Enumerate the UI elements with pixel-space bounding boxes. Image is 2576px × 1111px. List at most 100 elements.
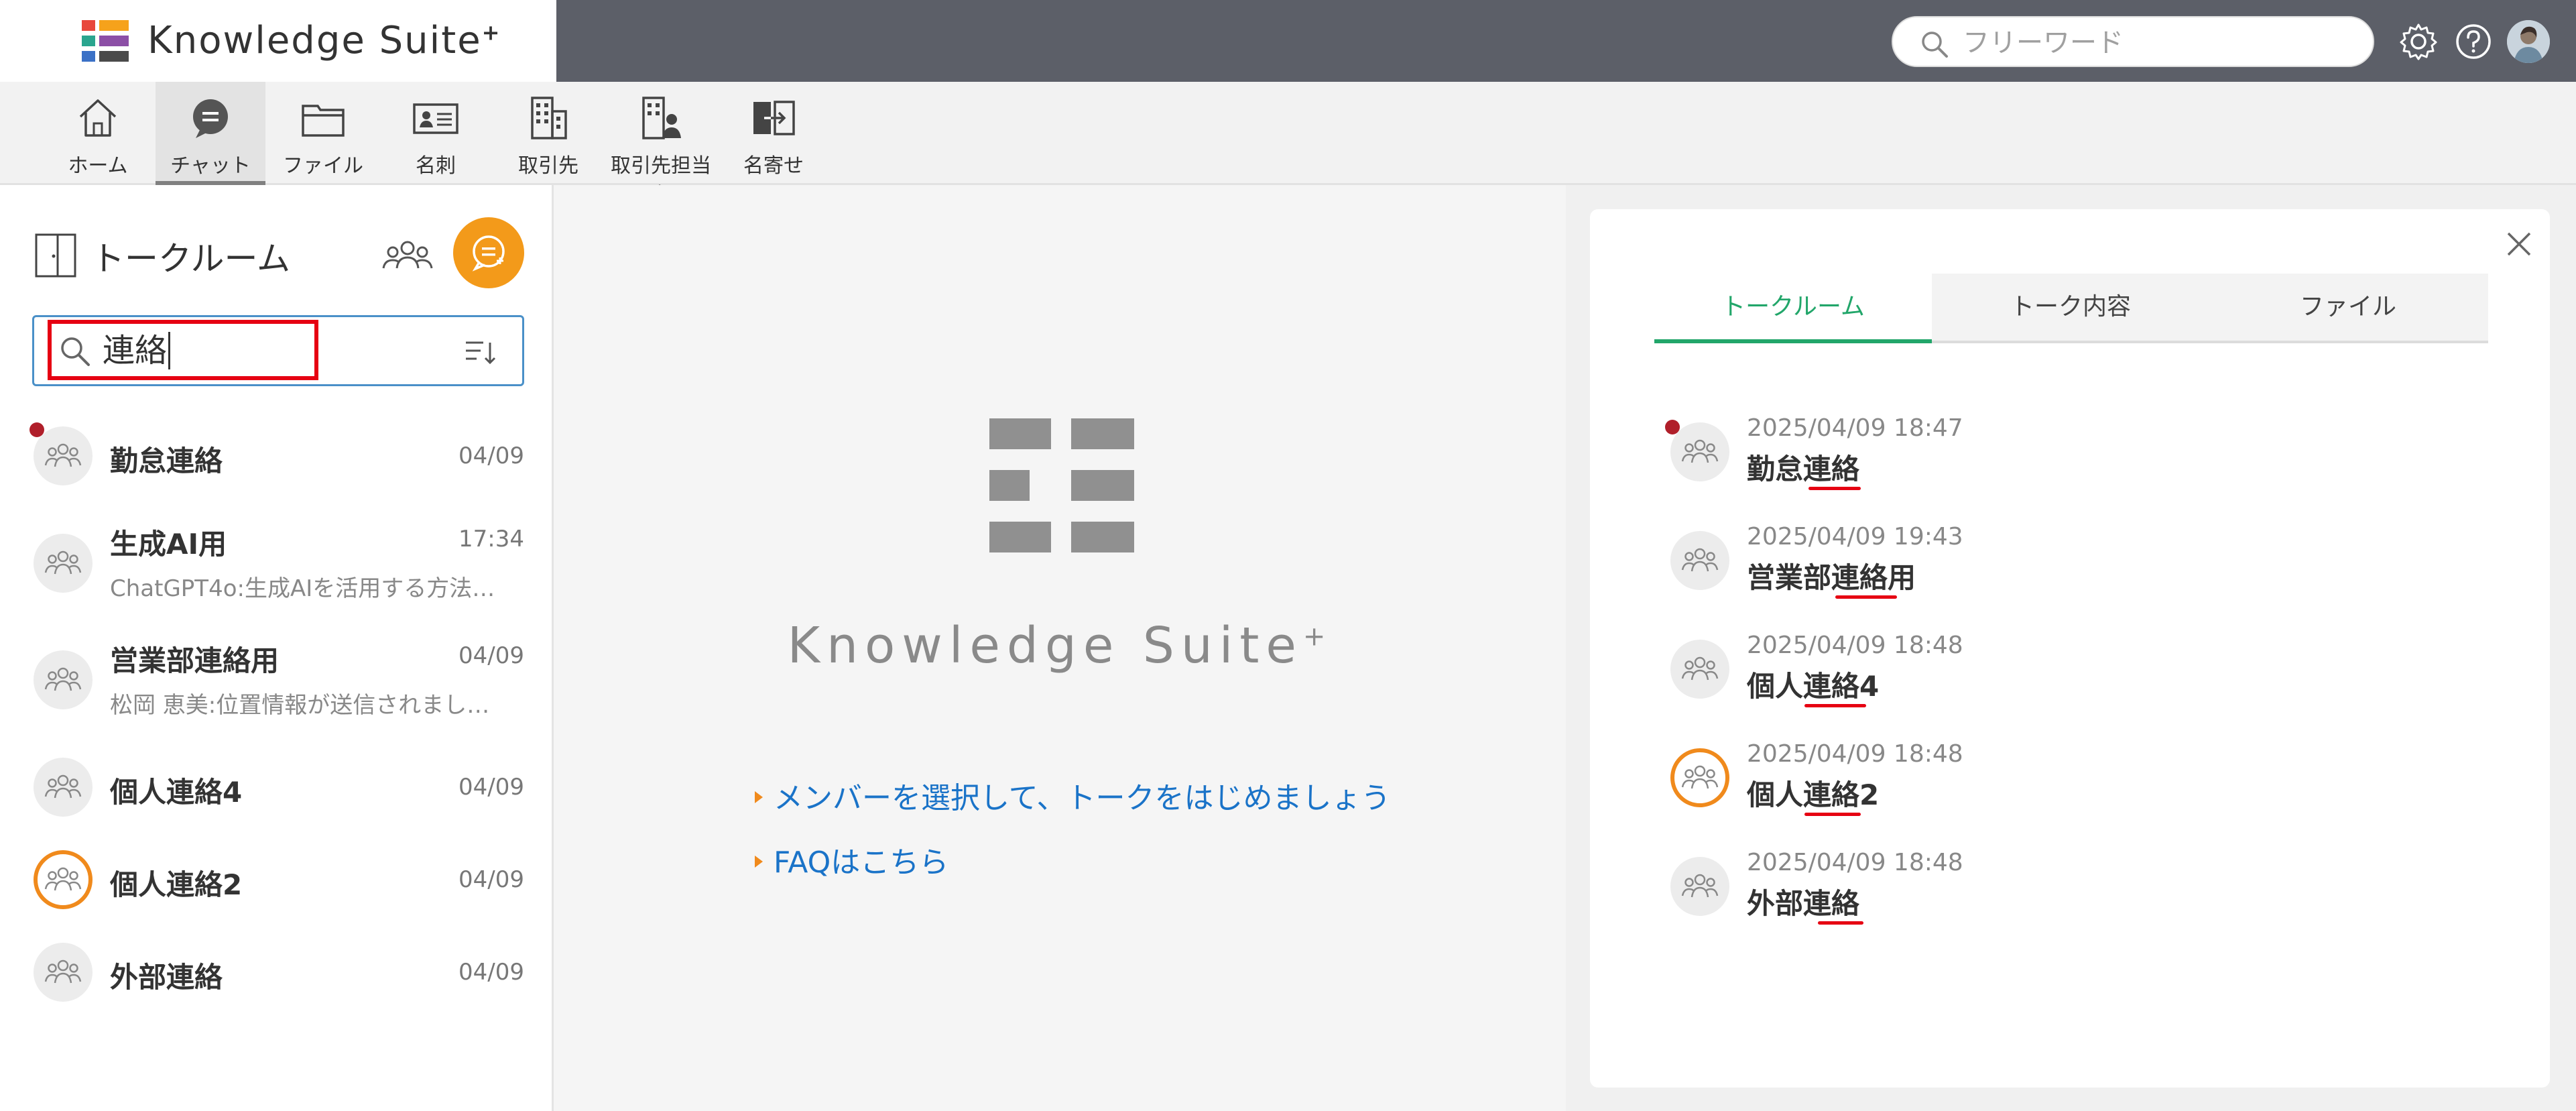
search-icon xyxy=(61,337,90,366)
room-list-item[interactable]: 個人連絡2 04/09 xyxy=(0,842,554,916)
group-icon xyxy=(1681,439,1719,463)
room-avatar xyxy=(34,534,93,593)
tab-talk-content[interactable]: トーク内容 xyxy=(1932,274,2209,343)
result-item[interactable]: 2025/04/09 18:48 個人連絡2 xyxy=(1590,729,2550,823)
search-icon xyxy=(1922,32,1948,58)
nav-label: チャット xyxy=(170,154,251,178)
group-icon xyxy=(44,443,82,467)
group-icon xyxy=(44,867,82,891)
result-item[interactable]: 2025/04/09 19:43 営業部連絡用 xyxy=(1590,512,2550,606)
sort-icon[interactable] xyxy=(463,337,497,367)
room-date: 04/09 xyxy=(458,959,524,986)
home-icon xyxy=(79,99,117,137)
result-time: 2025/04/09 18:47 xyxy=(1747,414,1963,442)
help-icon[interactable] xyxy=(2453,21,2494,62)
nav-chat[interactable]: チャット xyxy=(156,82,265,185)
triangle-right-icon xyxy=(755,856,763,868)
room-avatar xyxy=(1670,531,1729,590)
group-icon xyxy=(1681,656,1719,681)
tab-file[interactable]: ファイル xyxy=(2209,274,2487,343)
room-avatar xyxy=(1670,422,1729,481)
search-result-panel: トークルーム トーク内容 ファイル 2025/04/09 18:47 勤怠連絡 … xyxy=(1590,209,2550,1088)
room-list-item[interactable]: 営業部連絡用 04/09 松岡 恵美:位置情報が送信されまし… xyxy=(0,630,554,731)
room-list-item[interactable]: 生成AI用 17:34 ChatGPT4o:生成AIを活用する方法… xyxy=(0,514,554,614)
door-icon[interactable] xyxy=(34,232,80,279)
room-name: 個人連絡4 xyxy=(110,776,243,809)
room-name: 個人連絡2 xyxy=(110,868,243,901)
match-underline xyxy=(1804,704,1866,707)
result-item[interactable]: 2025/04/09 18:48 個人連絡4 xyxy=(1590,621,2550,715)
room-filter-box[interactable]: 連絡 xyxy=(32,315,524,386)
talk-room-sidebar: トークルーム 連絡 勤怠連絡 04/09 生成AI用 17:34 ChatGPT… xyxy=(0,185,554,1111)
room-list-item[interactable]: 勤怠連絡 04/09 xyxy=(0,420,554,487)
room-avatar xyxy=(34,758,93,817)
nav-merge[interactable]: 名寄せ xyxy=(719,82,829,185)
nav-label: 名寄せ xyxy=(743,154,804,178)
match-underline xyxy=(1835,595,1897,599)
room-name: 外部連絡 xyxy=(110,961,223,994)
result-tabs: トークルーム トーク内容 ファイル xyxy=(1654,274,2488,343)
nav-client-contact[interactable]: 取引先担当者 xyxy=(606,82,716,207)
result-name: 外部連絡 xyxy=(1747,887,1860,920)
nav-label: ファイル xyxy=(283,154,363,178)
room-list-item[interactable]: 外部連絡 04/09 xyxy=(0,935,554,1008)
room-date: 04/09 xyxy=(458,866,524,893)
room-avatar xyxy=(34,943,93,1002)
result-name: 個人連絡2 xyxy=(1747,778,1880,811)
unread-badge xyxy=(29,422,44,437)
faq-link[interactable]: FAQはこちら xyxy=(755,838,948,881)
folder-icon xyxy=(302,105,345,137)
room-avatar xyxy=(34,426,93,485)
room-name: 勤怠連絡 xyxy=(110,445,223,477)
nav-file[interactable]: ファイル xyxy=(268,82,378,185)
result-time: 2025/04/09 18:48 xyxy=(1747,740,1963,768)
center-brand-name: Knowledge Suite+ xyxy=(787,617,1333,675)
group-icon xyxy=(44,667,82,691)
nav-label: 名刺 xyxy=(416,154,456,178)
result-item[interactable]: 2025/04/09 18:48 外部連絡 xyxy=(1590,838,2550,932)
building-icon xyxy=(531,97,567,139)
room-filter-input[interactable]: 連絡 xyxy=(103,332,171,369)
tab-talk-room[interactable]: トークルーム xyxy=(1654,274,1932,343)
nav-home[interactable]: ホーム xyxy=(43,82,153,185)
user-avatar[interactable] xyxy=(2507,20,2550,63)
room-list-item[interactable]: 個人連絡4 04/09 xyxy=(0,750,554,823)
result-name: 勤怠連絡 xyxy=(1747,453,1860,485)
search-input[interactable] xyxy=(1963,27,2351,59)
chat-icon xyxy=(193,99,228,138)
match-underline xyxy=(1818,921,1863,925)
room-preview: ChatGPT4o:生成AIを活用する方法… xyxy=(110,575,495,602)
knowledge-suite-logo xyxy=(989,418,1134,552)
nav-business-card[interactable]: 名刺 xyxy=(381,82,491,185)
new-chat-button[interactable] xyxy=(453,217,524,288)
close-icon[interactable] xyxy=(2503,228,2535,260)
free-word-search[interactable] xyxy=(1892,16,2374,67)
gear-icon[interactable] xyxy=(2398,21,2439,62)
room-date: 04/09 xyxy=(458,642,524,669)
business-card-icon xyxy=(413,103,458,134)
room-preview: 松岡 恵美:位置情報が送信されまし… xyxy=(110,692,490,719)
match-underline xyxy=(1808,487,1861,490)
group-icon xyxy=(44,959,82,984)
knowledge-suite-logo xyxy=(82,20,129,62)
room-date: 04/09 xyxy=(458,774,524,801)
result-item[interactable]: 2025/04/09 18:47 勤怠連絡 xyxy=(1590,404,2550,498)
group-icon xyxy=(44,550,82,575)
nav-label: ホーム xyxy=(68,154,128,178)
merge-icon xyxy=(753,101,795,135)
room-date: 04/09 xyxy=(458,443,524,469)
room-avatar xyxy=(1670,748,1729,807)
select-members-link[interactable]: メンバーを選択して、トークをはじめましょう xyxy=(755,774,1390,817)
user-photo-icon xyxy=(2507,20,2550,63)
result-time: 2025/04/09 18:48 xyxy=(1747,632,1963,659)
unread-badge xyxy=(1665,420,1680,434)
brand-area[interactable]: Knowledge Suite+ xyxy=(0,0,556,82)
triangle-right-icon xyxy=(755,791,763,803)
result-name: 営業部連絡用 xyxy=(1747,561,1916,594)
group-icon[interactable] xyxy=(379,228,436,284)
room-name: 生成AI用 xyxy=(110,528,227,561)
nav-client[interactable]: 取引先 xyxy=(493,82,603,185)
group-icon xyxy=(1681,765,1719,789)
room-avatar xyxy=(1670,857,1729,916)
room-avatar xyxy=(34,650,93,709)
